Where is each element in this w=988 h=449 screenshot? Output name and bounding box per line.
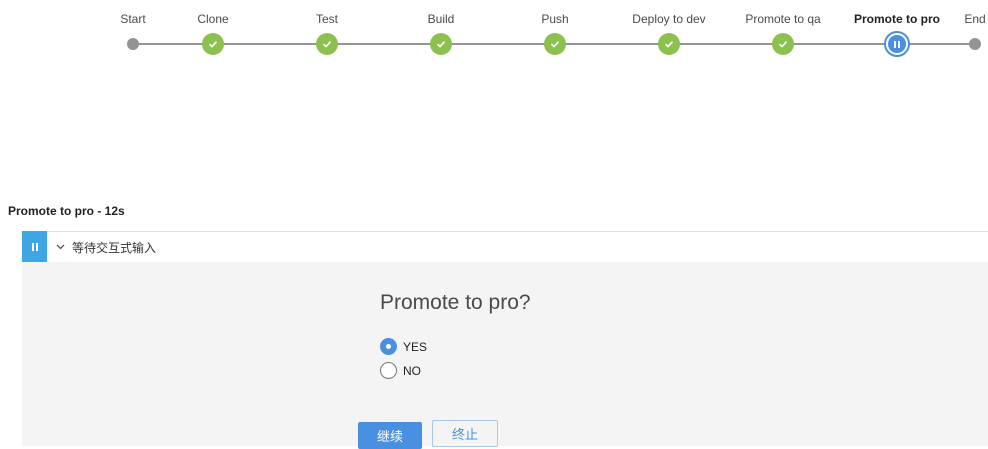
pause-icon <box>888 35 906 53</box>
radio-option-yes[interactable]: YES <box>380 338 427 355</box>
check-icon <box>436 41 446 48</box>
step-description: 等待交互式输入 <box>72 240 157 255</box>
step-status-pause-icon <box>22 230 47 263</box>
start-node <box>127 38 139 50</box>
check-icon <box>664 41 674 48</box>
radio-label-yes: YES <box>403 339 428 354</box>
check-icon <box>778 41 788 48</box>
stage-promote-to-qa-success-node[interactable] <box>772 33 794 55</box>
stage-label-clone[interactable]: Clone <box>197 12 228 26</box>
radio-label-no: NO <box>403 363 421 378</box>
pipeline-graph: Start Clone Test Build Push Deploy to de… <box>0 0 988 80</box>
abort-button[interactable]: 终止 <box>432 420 498 447</box>
step-row[interactable]: 等待交互式输入 <box>22 230 988 263</box>
radio-option-no[interactable]: NO <box>380 362 421 379</box>
stage-label-test[interactable]: Test <box>316 12 338 26</box>
stage-test-success-node[interactable] <box>316 33 338 55</box>
stage-label-promote-to-qa[interactable]: Promote to qa <box>745 12 820 26</box>
stage-label-start[interactable]: Start <box>120 12 145 26</box>
stage-label-build[interactable]: Build <box>428 12 455 26</box>
check-icon <box>208 41 218 48</box>
stage-label-end[interactable]: End <box>964 12 985 26</box>
stage-deploy-to-dev-success-node[interactable] <box>658 33 680 55</box>
stage-clone-success-node[interactable] <box>202 33 224 55</box>
stage-push-success-node[interactable] <box>544 33 566 55</box>
radio-checked-icon[interactable] <box>380 338 397 355</box>
stage-label-promote-to-pro[interactable]: Promote to pro <box>854 12 940 26</box>
chevron-down-icon[interactable] <box>56 244 66 250</box>
check-icon <box>322 41 332 48</box>
end-node <box>969 38 981 50</box>
stage-label-deploy-to-dev[interactable]: Deploy to dev <box>632 12 705 26</box>
input-panel: Promote to pro? YES NO <box>22 262 988 446</box>
radio-unchecked-icon[interactable] <box>380 362 397 379</box>
input-prompt: Promote to pro? <box>380 291 531 314</box>
stage-build-success-node[interactable] <box>430 33 452 55</box>
stage-label-push[interactable]: Push <box>541 12 568 26</box>
stage-promote-to-pro-paused-node[interactable] <box>884 31 910 57</box>
step-title: Promote to pro - 12s <box>8 204 125 218</box>
check-icon <box>550 41 560 48</box>
continue-button[interactable]: 继续 <box>358 422 422 449</box>
